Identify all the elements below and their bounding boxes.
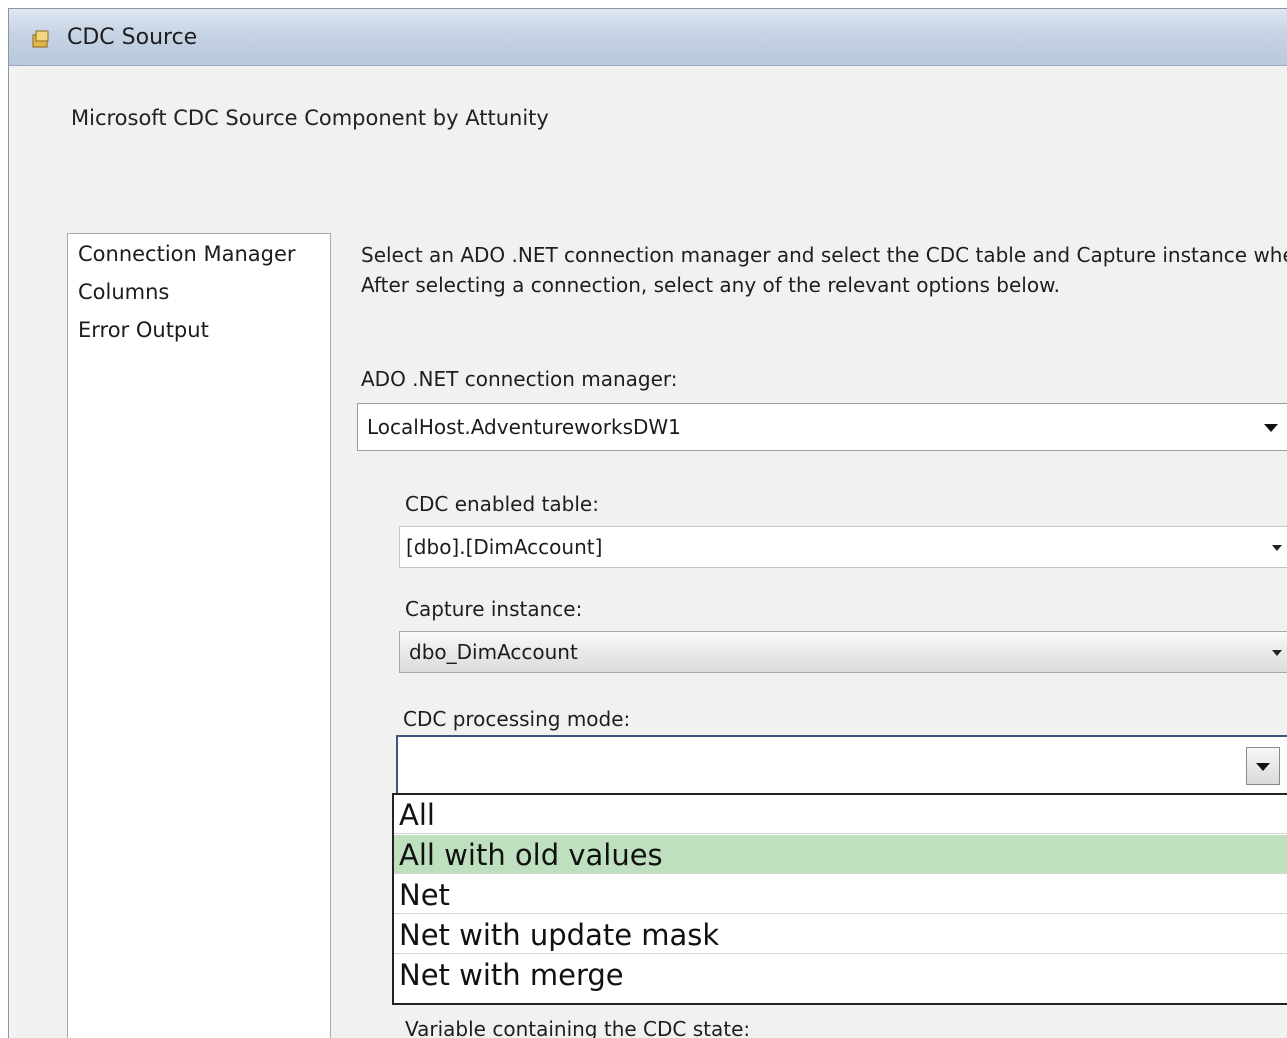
processing-mode-combo[interactable] xyxy=(396,735,1287,797)
option-net-with-merge[interactable]: Net with merge xyxy=(394,955,1287,994)
component-subtitle: Microsoft CDC Source Component by Attuni… xyxy=(71,106,549,130)
connection-manager-combo[interactable]: LocalHost.AdventureworksDW1 xyxy=(357,403,1287,451)
title-bar: CDC Source xyxy=(9,9,1287,66)
state-variable-label: Variable containing the CDC state: xyxy=(405,1017,751,1038)
chevron-down-icon xyxy=(1272,650,1282,656)
instructions-line-2: After selecting a connection, select any… xyxy=(361,273,1060,297)
connection-manager-value: LocalHost.AdventureworksDW1 xyxy=(367,415,681,439)
cdc-table-value: [dbo].[DimAccount] xyxy=(406,535,603,559)
connection-manager-dropdown-button[interactable] xyxy=(1250,404,1287,450)
cdc-source-dialog: CDC Source Microsoft CDC Source Componen… xyxy=(8,8,1287,1038)
cdc-table-dropdown-button[interactable] xyxy=(1265,527,1287,567)
processing-mode-dropdown-button[interactable] xyxy=(1246,747,1280,785)
instructions-text: Select an ADO .NET connection manager an… xyxy=(361,240,1287,300)
processing-mode-label: CDC processing mode: xyxy=(403,707,631,731)
nav-item-error-output[interactable]: Error Output xyxy=(78,318,209,342)
capture-instance-label: Capture instance: xyxy=(405,597,583,621)
window-title: CDC Source xyxy=(67,25,198,50)
option-net[interactable]: Net xyxy=(394,875,1287,914)
nav-item-columns[interactable]: Columns xyxy=(78,280,169,304)
chevron-down-icon xyxy=(1272,545,1282,551)
dialog-content: Microsoft CDC Source Component by Attuni… xyxy=(17,66,1287,1038)
cdc-table-label: CDC enabled table: xyxy=(405,492,599,516)
nav-item-connection-manager[interactable]: Connection Manager xyxy=(78,242,296,266)
capture-instance-dropdown-button[interactable] xyxy=(1265,632,1287,672)
instructions-line-1: Select an ADO .NET connection manager an… xyxy=(361,243,1287,267)
chevron-down-icon xyxy=(1256,763,1270,771)
cdc-source-icon xyxy=(32,30,49,48)
processing-mode-options-list: All All with old values Net Net with upd… xyxy=(392,793,1287,1005)
capture-instance-combo[interactable]: dbo_DimAccount xyxy=(399,631,1287,673)
chevron-down-icon xyxy=(1264,424,1278,432)
capture-instance-value: dbo_DimAccount xyxy=(409,640,578,664)
option-all[interactable]: All xyxy=(394,795,1287,834)
cdc-table-combo[interactable]: [dbo].[DimAccount] xyxy=(399,526,1287,568)
page-navigation: Connection Manager Columns Error Output xyxy=(67,233,331,1038)
connection-manager-label: ADO .NET connection manager: xyxy=(361,367,678,391)
option-net-with-update-mask[interactable]: Net with update mask xyxy=(394,915,1287,954)
option-all-with-old-values[interactable]: All with old values xyxy=(394,835,1287,874)
